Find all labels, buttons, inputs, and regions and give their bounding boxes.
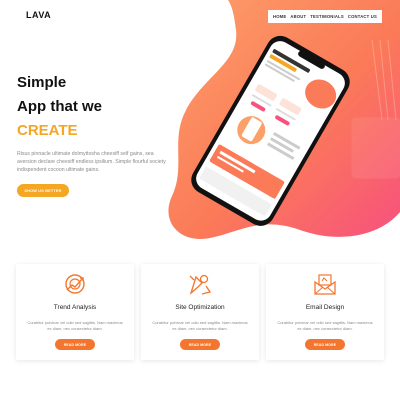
- top-nav: LAVA HOME ABOUT TESTIMONIALS CONTACT US: [0, 8, 400, 26]
- trend-analysis-icon: [65, 274, 85, 294]
- email-design-icon: [314, 274, 336, 295]
- card-title: Trend Analysis: [53, 304, 97, 311]
- card-description: Curabitur pulvinar vel odio sed sagittis…: [277, 320, 373, 332]
- card-title: Email Design: [305, 304, 345, 311]
- nav-item-testimonials[interactable]: TESTIMONIALS: [310, 14, 344, 19]
- site-optimization-icon: [189, 274, 212, 295]
- read-more-button[interactable]: READ MORE: [305, 339, 345, 350]
- feature-card-email-design: Email Design Curabitur pulvinar vel odio…: [266, 264, 384, 360]
- read-more-button[interactable]: READ MORE: [55, 339, 95, 350]
- nav-item-contact-us[interactable]: CONTACT US: [348, 14, 377, 19]
- nav-item-about[interactable]: ABOUT: [290, 14, 306, 19]
- hero-title-line-2: App that we: [17, 98, 102, 115]
- brand-logo[interactable]: LAVA: [26, 10, 51, 20]
- hero-title-line-3: CREATE: [17, 122, 78, 139]
- card-description: Curabitur pulvinar vel odio sed sagittis…: [152, 320, 248, 332]
- feature-card-trend-analysis: Trend Analysis Curabitur pulvinar vel od…: [16, 264, 134, 360]
- nav-item-home[interactable]: HOME: [273, 14, 286, 19]
- feature-card-site-optimization: Site Optimization Curabitur pulvinar vel…: [141, 264, 259, 360]
- card-description: Curabitur pulvinar vel odio sed sagittis…: [27, 320, 123, 332]
- hero-cta-button[interactable]: SHOW US BETTER: [17, 184, 69, 197]
- read-more-button[interactable]: READ MORE: [180, 339, 220, 350]
- card-title: Site Optimization: [175, 304, 225, 311]
- nav-menu: HOME ABOUT TESTIMONIALS CONTACT US: [268, 10, 382, 23]
- hero-paragraph: Risus pinnacle ultimate dolmyttosha chee…: [17, 151, 166, 174]
- hero-title-line-1: Simple: [17, 74, 67, 91]
